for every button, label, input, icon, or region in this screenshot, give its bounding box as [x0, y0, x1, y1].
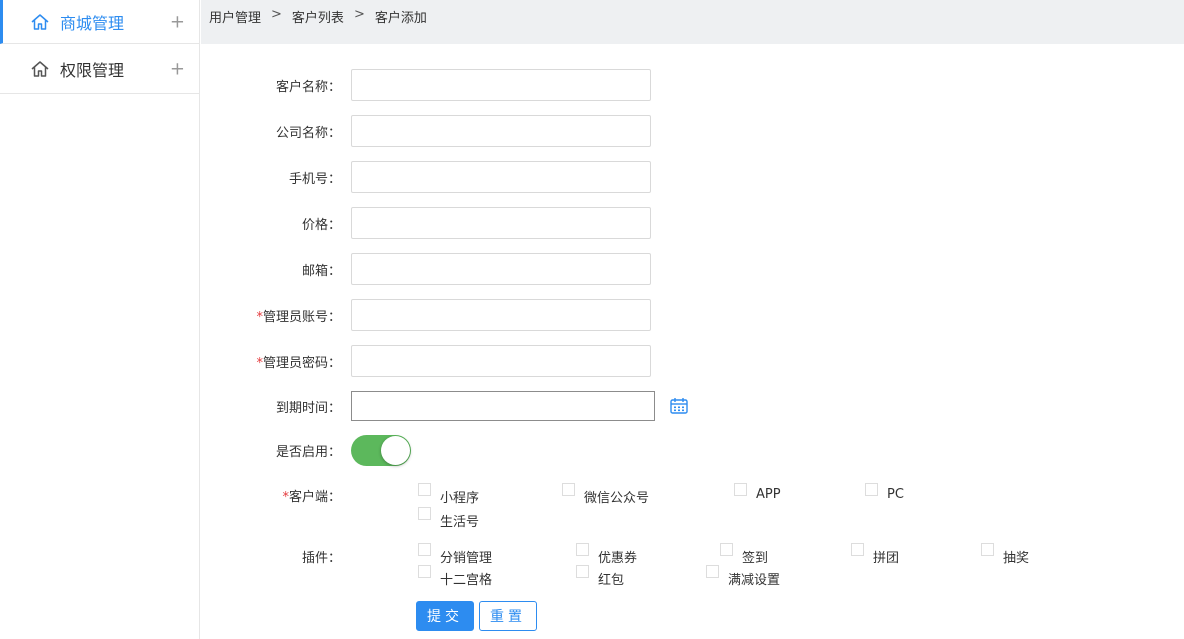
client-checkbox-wechat-official[interactable]: 微信公众号	[562, 482, 649, 506]
enabled-toggle[interactable]	[351, 435, 411, 466]
expand-plus-icon[interactable]: +	[170, 11, 185, 32]
plugin-row: 插件：	[201, 547, 1184, 566]
phone-input[interactable]	[351, 161, 651, 193]
company-name-label: 公司名称：	[275, 125, 341, 141]
admin-account-input[interactable]	[351, 299, 651, 331]
checkbox-label: 小程序	[440, 491, 480, 506]
checkbox[interactable]	[706, 565, 719, 578]
plugin-checkbox-checkin[interactable]: 签到	[720, 542, 768, 566]
checkbox[interactable]	[720, 543, 733, 556]
phone-label: 手机号：	[288, 171, 341, 187]
expand-plus-icon[interactable]: +	[170, 58, 185, 79]
plugin-checkbox-red-packet[interactable]: 红包	[576, 564, 624, 588]
plugin-checkbox-distribution[interactable]: 分销管理	[418, 542, 492, 566]
checkbox[interactable]	[851, 543, 864, 556]
plugin-checkbox-full-reduction[interactable]: 满减设置	[706, 564, 780, 588]
email-row: 邮箱：	[201, 253, 1184, 285]
admin-password-label-wrap: *管理员密码：	[201, 352, 351, 371]
sidebar-item-label: 权限管理	[60, 60, 125, 80]
sidebar-item-permission-management[interactable]: 权限管理 +	[0, 44, 199, 94]
checkbox[interactable]	[576, 565, 589, 578]
client-checkbox-life-account[interactable]: 生活号	[418, 506, 479, 530]
plugin-label: 插件：	[301, 551, 341, 566]
checkbox[interactable]	[734, 483, 747, 496]
customer-name-row: 客户名称：	[201, 69, 1184, 101]
price-row: 价格：	[201, 207, 1184, 239]
breadcrumb-item-user-management[interactable]: 用户管理	[209, 7, 261, 26]
toggle-knob	[381, 436, 410, 465]
customer-name-label: 客户名称：	[275, 79, 341, 95]
checkbox-label: 红包	[598, 573, 625, 588]
email-label: 邮箱：	[301, 263, 341, 279]
checkbox-label: 微信公众号	[584, 491, 650, 506]
checkbox-label: 抽奖	[1003, 551, 1030, 566]
checkbox[interactable]	[418, 507, 431, 520]
price-input[interactable]	[351, 207, 651, 239]
client-checkbox-mini-program[interactable]: 小程序	[418, 482, 479, 506]
price-label: 价格：	[301, 217, 341, 233]
home-icon	[30, 59, 50, 79]
checkbox-label: 十二宫格	[440, 573, 493, 588]
breadcrumb-separator: >	[271, 7, 282, 22]
client-checkbox-pc[interactable]: PC	[865, 482, 904, 502]
breadcrumb-separator: >	[353, 7, 365, 22]
enabled-row: 是否启用：	[201, 435, 1184, 466]
checkbox[interactable]	[418, 483, 431, 496]
client-label-wrap: *客户端：	[201, 486, 351, 505]
checkbox[interactable]	[562, 483, 575, 496]
plugin-checkbox-twelve-grid[interactable]: 十二宫格	[418, 564, 492, 588]
expire-date-input[interactable]	[351, 391, 655, 421]
sidebar-item-mall-management[interactable]: 商城管理 +	[0, 0, 199, 44]
sidebar: 商城管理 + 权限管理 +	[0, 0, 200, 639]
admin-account-row: *管理员账号：	[201, 299, 1184, 331]
checkbox-label: 满减设置	[728, 573, 781, 588]
checkbox[interactable]	[576, 543, 589, 556]
admin-account-label: 管理员账号：	[262, 309, 341, 325]
admin-password-label: 管理员密码：	[262, 355, 341, 371]
phone-row: 手机号：	[201, 161, 1184, 193]
customer-add-form: 客户名称： 公司名称： 手机号： 价格： 邮箱： *管理员账号： *管理员密码：…	[201, 44, 1184, 639]
checkbox-label: 生活号	[440, 515, 480, 530]
breadcrumb-item-customer-add: 客户添加	[374, 11, 427, 26]
checkbox[interactable]	[418, 565, 431, 578]
home-icon	[30, 12, 50, 32]
checkbox[interactable]	[418, 543, 431, 556]
client-checkbox-app[interactable]: APP	[734, 482, 781, 502]
calendar-icon[interactable]	[669, 396, 689, 416]
client-row: *客户端：	[201, 486, 1184, 505]
customer-name-input[interactable]	[351, 69, 651, 101]
company-name-input[interactable]	[351, 115, 651, 147]
submit-button[interactable]: 提交	[416, 601, 474, 631]
checkbox[interactable]	[981, 543, 994, 556]
checkbox-label: PC	[887, 487, 904, 502]
client-label: 客户端：	[288, 490, 341, 505]
admin-password-input[interactable]	[351, 345, 651, 377]
admin-account-label-wrap: *管理员账号：	[201, 306, 351, 325]
expire-date-row: 到期时间：	[201, 391, 1184, 421]
plugin-checkbox-group-buy[interactable]: 拼团	[851, 542, 899, 566]
plugin-checkbox-coupon[interactable]: 优惠券	[576, 542, 637, 566]
plugin-checkbox-lottery[interactable]: 抽奖	[981, 542, 1029, 566]
company-name-row: 公司名称：	[201, 115, 1184, 147]
expire-date-label: 到期时间：	[275, 400, 341, 416]
checkbox[interactable]	[865, 483, 878, 496]
admin-password-row: *管理员密码：	[201, 345, 1184, 377]
reset-button[interactable]: 重置	[479, 601, 537, 631]
breadcrumb-item-customer-list[interactable]: 客户列表	[292, 7, 344, 26]
checkbox-label: APP	[756, 487, 781, 502]
email-input[interactable]	[351, 253, 651, 285]
checkbox-label: 拼团	[873, 551, 900, 566]
breadcrumb: 用户管理 > 客户列表 > 客户添加	[201, 0, 1184, 44]
enabled-label: 是否启用：	[275, 445, 341, 460]
sidebar-item-label: 商城管理	[60, 13, 125, 33]
